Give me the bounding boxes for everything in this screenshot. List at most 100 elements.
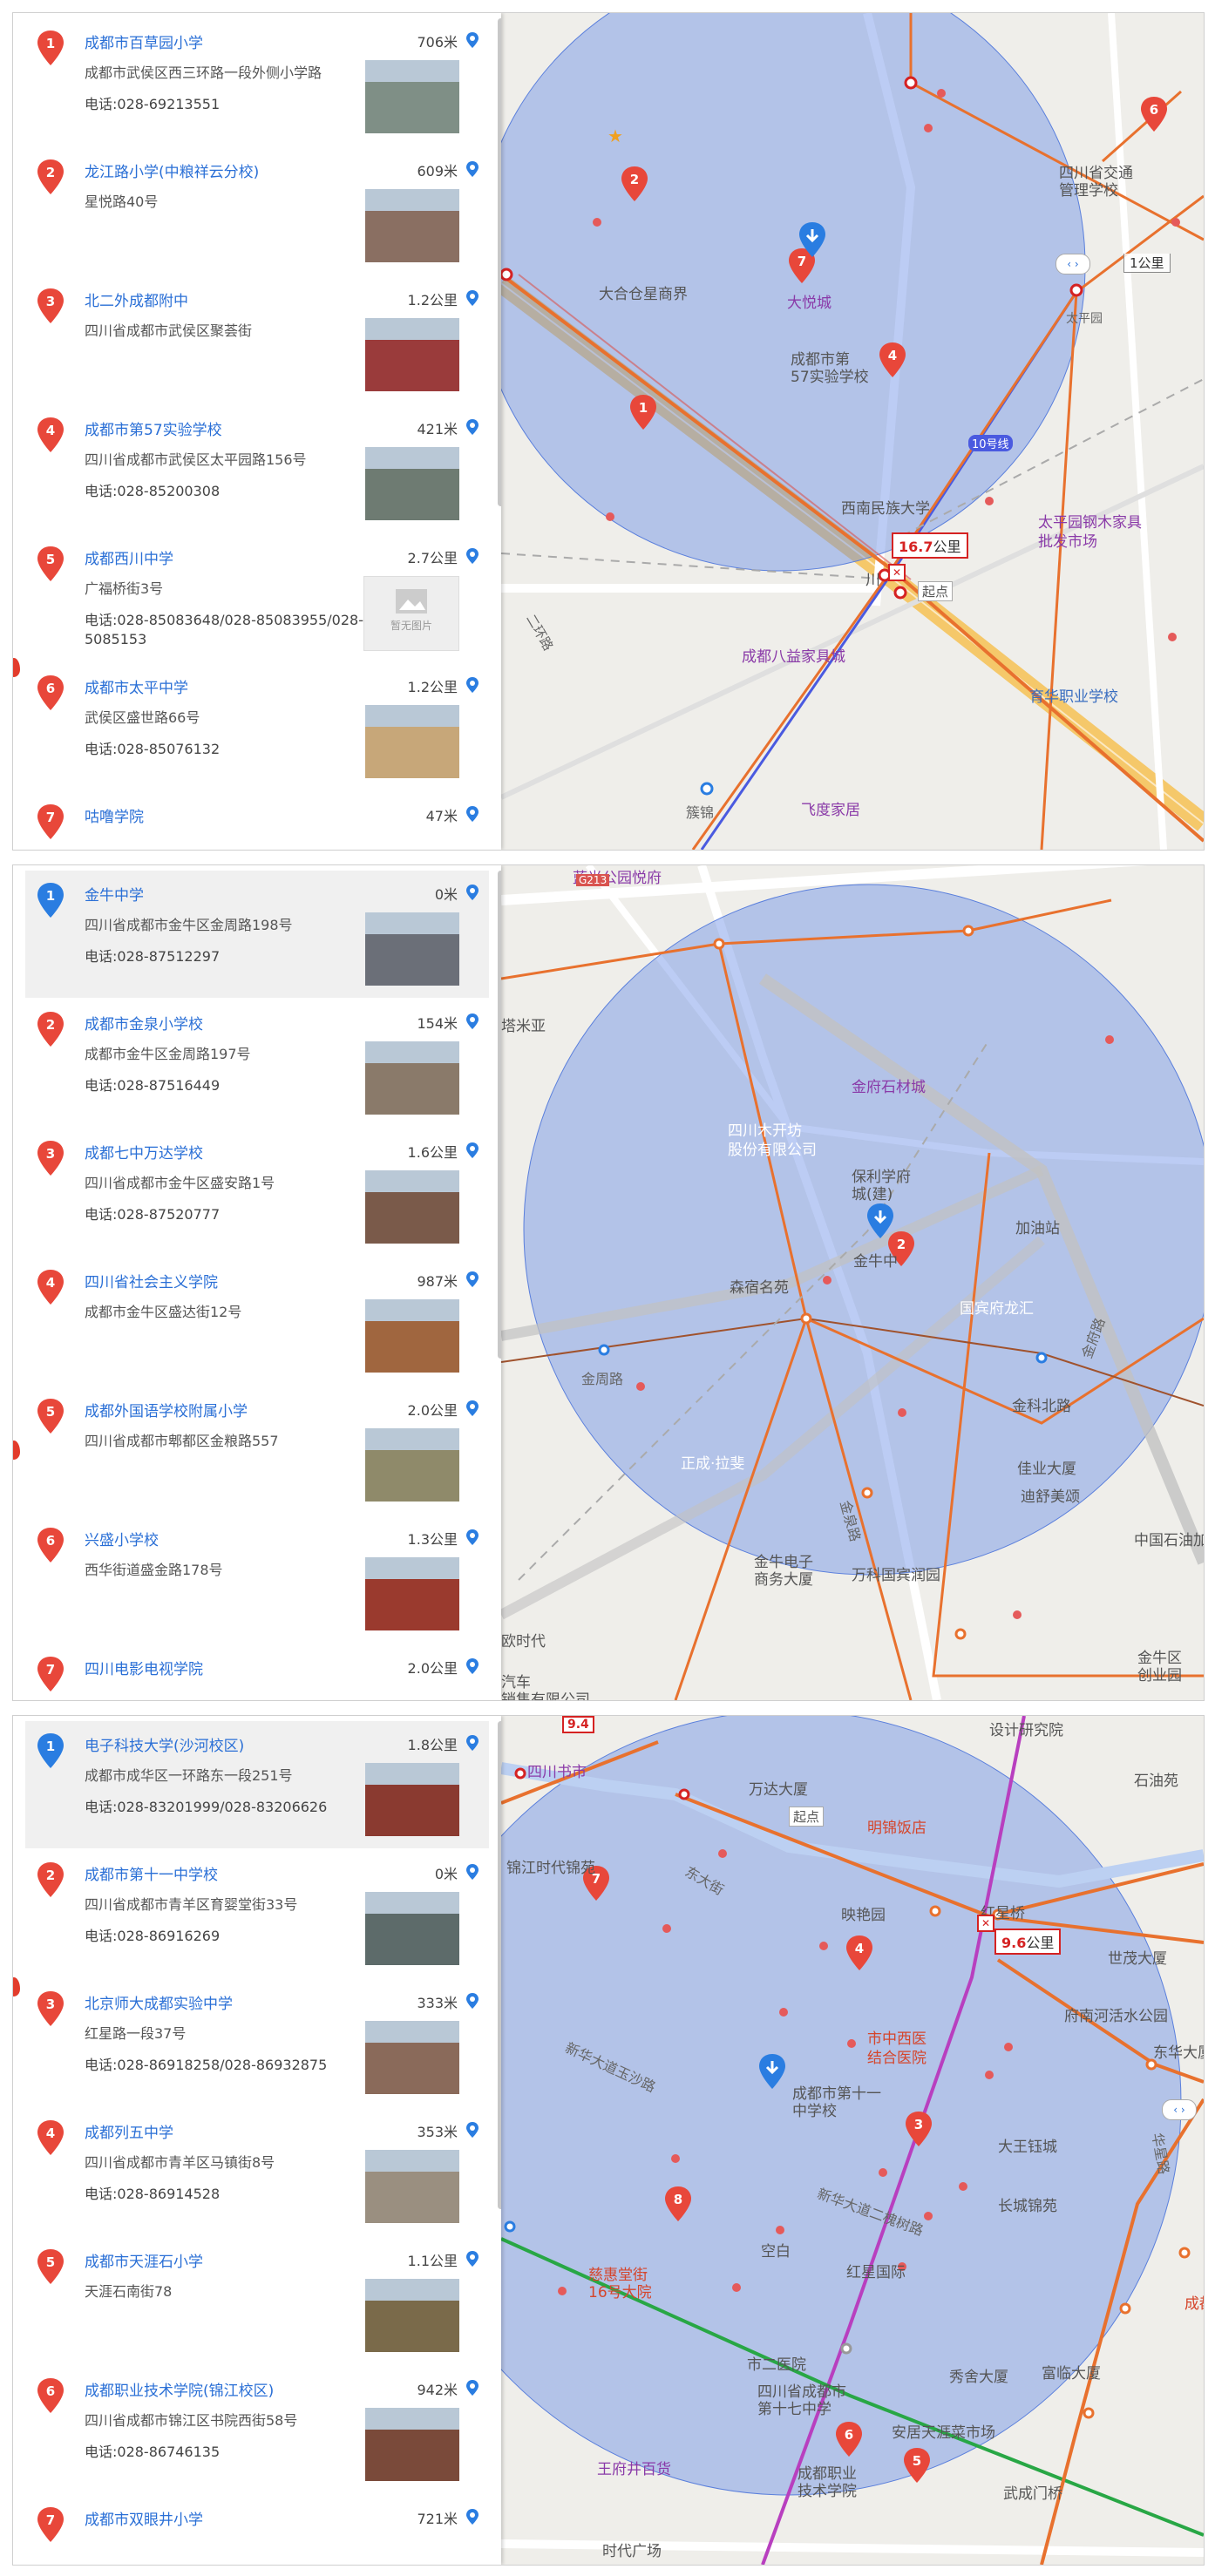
map-view[interactable]: 3 4 5 6 7 8 四川书市 万达大厦 明锦饭店 设计研究院 石油苑 锦江时… xyxy=(501,1716,1204,2565)
map-view[interactable]: 2 蓝光公园悦府 金府石材城 四川木开坊 股份有限公司 保利学府 城(建) 加油… xyxy=(501,865,1204,1700)
item-photo[interactable] xyxy=(365,1299,459,1373)
list-item[interactable]: 4 成都市第57实验学校 421米 四川省成都市武侯区太平园路156号 电话:028-8… xyxy=(25,405,489,532)
list-item[interactable]: 5 成都市天涯石小学 1.1公里 天涯石南街78 xyxy=(25,2237,489,2364)
close-icon[interactable]: ✕ xyxy=(977,1915,994,1932)
nav-arrows-icon[interactable]: ‹ › xyxy=(1162,2099,1197,2120)
item-name-link[interactable]: 成都市金泉小学校 xyxy=(85,1012,203,1034)
item-name-link[interactable]: 成都西川中学 xyxy=(85,546,173,568)
map-marker-2[interactable]: 2 xyxy=(621,166,648,201)
locate-icon[interactable] xyxy=(466,1271,479,1287)
item-photo[interactable] xyxy=(365,189,459,262)
list-item[interactable]: 1 成都市百草园小学 706米 成都市武侯区西三环路一段外侧小学路 电话:028-692… xyxy=(25,18,489,146)
item-name-link[interactable]: 成都市第57实验学校 xyxy=(85,417,222,439)
locate-icon[interactable] xyxy=(466,32,479,48)
item-name-link[interactable]: 兴盛小学校 xyxy=(85,1528,159,1549)
item-name-link[interactable]: 成都职业技术学院(锦江校区) xyxy=(85,2378,274,2400)
item-name-link[interactable]: 四川省社会主义学院 xyxy=(85,1270,218,1291)
map-view[interactable]: ★ 1 2 4 6 7 大合仓星商界 大悦城 成都市第 57实验学校 四川省交通… xyxy=(501,13,1204,850)
list-item[interactable]: 2 龙江路小学(中粮祥云分校) 609米 星悦路40号 xyxy=(25,147,489,275)
item-photo[interactable] xyxy=(365,447,459,520)
item-name-link[interactable]: 成都列五中学 xyxy=(85,2120,173,2142)
locate-icon[interactable] xyxy=(466,885,479,900)
list-item[interactable]: 3 成都七中万达学校 1.6公里 四川省成都市金牛区盛安路1号 电话:028-87520… xyxy=(25,1129,489,1256)
scrollbar[interactable] xyxy=(498,18,501,506)
list-item[interactable]: 5 成都外国语学校附属小学 2.0公里 四川省成都市郫都区金粮路557 xyxy=(25,1386,489,1514)
locate-icon[interactable] xyxy=(466,548,479,564)
item-photo[interactable] xyxy=(365,705,459,778)
item-photo[interactable] xyxy=(365,1557,459,1630)
locate-icon[interactable] xyxy=(466,290,479,306)
list-item[interactable]: 6 成都市太平中学 1.2公里 武侯区盛世路66号 电话:028-85076132 xyxy=(25,663,489,790)
center-marker[interactable] xyxy=(759,2054,785,2089)
item-photo[interactable] xyxy=(365,1892,459,1965)
locate-icon[interactable] xyxy=(466,1142,479,1158)
locate-icon[interactable] xyxy=(466,2251,479,2267)
scrollbar[interactable] xyxy=(498,1721,501,2209)
map-marker-1[interactable]: 1 xyxy=(630,395,656,430)
locate-icon[interactable] xyxy=(466,2122,479,2138)
item-photo[interactable] xyxy=(365,1763,459,1836)
item-photo[interactable] xyxy=(365,318,459,391)
item-name-link[interactable]: 电子科技大学(沙河校区) xyxy=(85,1733,244,1755)
item-name-link[interactable]: 成都市百草园小学 xyxy=(85,31,203,52)
locate-icon[interactable] xyxy=(466,806,479,822)
list-item[interactable]: 6 兴盛小学校 1.3公里 西华街道盛金路178号 xyxy=(25,1515,489,1643)
nav-arrows-icon[interactable]: ‹ › xyxy=(1055,254,1090,275)
map-marker-3[interactable]: 3 xyxy=(906,2112,932,2146)
item-name-link[interactable]: 北京师大成都实验中学 xyxy=(85,1991,233,2013)
item-photo[interactable] xyxy=(365,2408,459,2481)
list-item[interactable]: 5 成都西川中学 2.7公里 广福桥街3号 电话:028-85083648/028-85… xyxy=(25,534,489,661)
list-item[interactable]: 7 四川电影电视学院 2.0公里 xyxy=(25,1644,489,1700)
list-item[interactable]: 4 成都列五中学 353米 四川省成都市青羊区马镇街8号 电话:028-86914528 xyxy=(25,2108,489,2235)
item-name-link[interactable]: 成都市第十一中学校 xyxy=(85,1862,218,1884)
locate-icon[interactable] xyxy=(466,2380,479,2396)
list-item[interactable]: 7 咕噜学院 47米 xyxy=(25,792,489,850)
item-name-link[interactable]: 成都市天涯石小学 xyxy=(85,2249,203,2271)
list-item[interactable]: 2 成都市第十一中学校 0米 四川省成都市青羊区育婴堂街33号 电话:028-86916… xyxy=(25,1850,489,1977)
locate-icon[interactable] xyxy=(466,161,479,177)
center-marker[interactable] xyxy=(799,222,825,257)
map-marker-4[interactable]: 4 xyxy=(846,1935,872,1970)
item-name-link[interactable]: 成都外国语学校附属小学 xyxy=(85,1399,248,1420)
item-name-link[interactable]: 成都市太平中学 xyxy=(85,675,188,697)
item-photo[interactable] xyxy=(365,2150,459,2223)
map-marker-6[interactable]: 6 xyxy=(836,2422,862,2457)
map-marker-5[interactable]: 5 xyxy=(904,2448,930,2483)
locate-icon[interactable] xyxy=(466,1735,479,1751)
item-name-link[interactable]: 成都七中万达学校 xyxy=(85,1141,203,1163)
map-marker-4[interactable]: 4 xyxy=(879,342,906,377)
item-name-link[interactable]: 咕噜学院 xyxy=(85,804,144,826)
list-item[interactable]: 7 成都市双眼井小学 721米 xyxy=(25,2495,489,2565)
item-name-link[interactable]: 成都市双眼井小学 xyxy=(85,2507,203,2529)
locate-icon[interactable] xyxy=(466,1529,479,1545)
item-name-link[interactable]: 金牛中学 xyxy=(85,883,144,905)
item-photo[interactable] xyxy=(365,60,459,133)
item-photo[interactable] xyxy=(365,2279,459,2352)
list-item[interactable]: 4 四川省社会主义学院 987米 成都市金牛区盛达街12号 xyxy=(25,1257,489,1385)
item-name-link[interactable]: 龙江路小学(中粮祥云分校) xyxy=(85,159,259,181)
list-item[interactable]: 6 成都职业技术学院(锦江校区) 942米 四川省成都市锦江区书院西街58号 电话:02… xyxy=(25,2366,489,2493)
locate-icon[interactable] xyxy=(466,1400,479,1416)
locate-icon[interactable] xyxy=(466,2509,479,2525)
item-photo[interactable] xyxy=(365,1170,459,1244)
list-item[interactable]: 1 金牛中学 0米 四川省成都市金牛区金周路198号 电话:028-87512297 xyxy=(25,871,489,998)
item-photo[interactable] xyxy=(365,1041,459,1115)
list-item[interactable]: 2 成都市金泉小学校 154米 成都市金牛区金周路197号 电话:028-8751644… xyxy=(25,1000,489,1127)
close-icon[interactable]: ✕ xyxy=(888,564,906,581)
locate-icon[interactable] xyxy=(466,1864,479,1880)
item-photo[interactable] xyxy=(365,2021,459,2094)
item-photo[interactable] xyxy=(365,912,459,986)
list-item[interactable]: 3 北二外成都附中 1.2公里 四川省成都市武侯区聚荟街 xyxy=(25,276,489,403)
locate-icon[interactable] xyxy=(466,1013,479,1029)
locate-icon[interactable] xyxy=(466,1993,479,2009)
list-item[interactable]: 3 北京师大成都实验中学 333米 红星路一段37号 电话:028-86918258/0… xyxy=(25,1979,489,2106)
locate-icon[interactable] xyxy=(466,1658,479,1674)
item-name-link[interactable]: 北二外成都附中 xyxy=(85,288,188,310)
item-name-link[interactable]: 四川电影电视学院 xyxy=(85,1657,203,1678)
locate-icon[interactable] xyxy=(466,419,479,435)
scrollbar[interactable] xyxy=(498,871,501,1359)
item-photo[interactable] xyxy=(365,1428,459,1502)
map-marker-6[interactable]: 6 xyxy=(1141,97,1167,132)
locate-icon[interactable] xyxy=(466,677,479,693)
map-marker-8[interactable]: 8 xyxy=(665,2186,691,2221)
